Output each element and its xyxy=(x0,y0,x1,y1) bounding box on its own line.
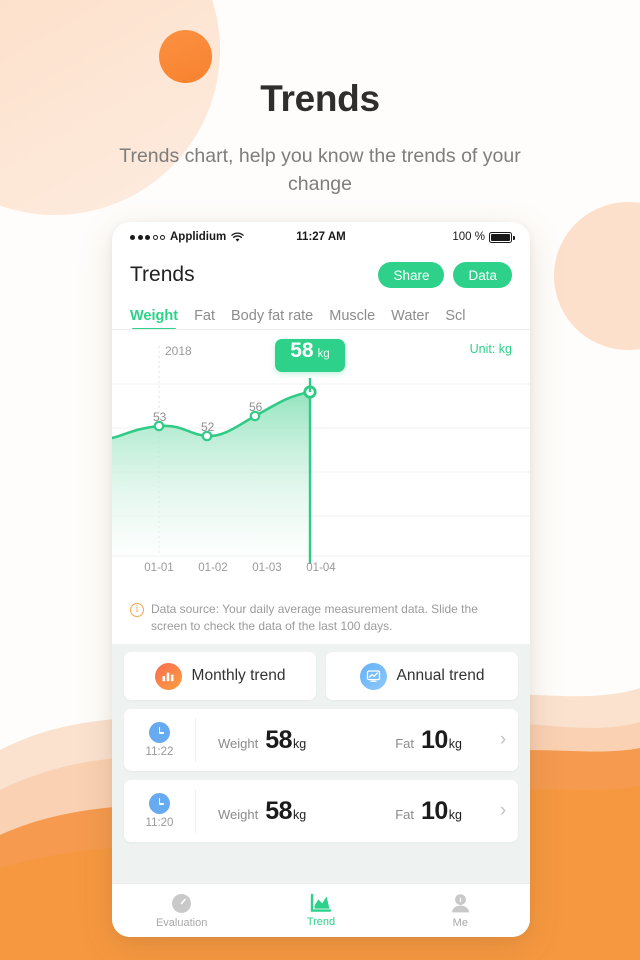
screenshot-root: Trends Trends chart, help you know the t… xyxy=(0,0,640,960)
tab-fat[interactable]: Fat xyxy=(194,308,215,329)
record-time-1: 11:22 xyxy=(145,746,174,758)
orange-dot-decoration xyxy=(159,30,212,83)
record-metrics-2: Weight 58 kg Fat 10 kg xyxy=(196,797,488,826)
x-tick-0: 01-01 xyxy=(144,562,174,574)
fat-unit-1: kg xyxy=(448,736,462,751)
fat-value-1: 10 xyxy=(420,725,448,754)
fat-unit-2: kg xyxy=(448,807,462,822)
weight-value-2: 58 xyxy=(265,796,293,825)
status-bar: Applidium 11:27 AM 100 % xyxy=(112,222,530,252)
chart-point-label-0: 53 xyxy=(153,410,167,424)
page-title: Trends xyxy=(260,78,380,119)
page-header: Trends Trends chart, help you know the t… xyxy=(0,78,640,198)
status-bar-left: Applidium xyxy=(130,231,296,243)
record-fat-2: Fat 10 kg xyxy=(395,797,462,826)
weight-unit-2: kg xyxy=(293,807,307,822)
tab-weight[interactable]: Weight xyxy=(130,308,178,329)
chart-point-label-1: 52 xyxy=(201,420,215,434)
info-circle-icon: i xyxy=(130,603,144,617)
tab-muscle[interactable]: Muscle xyxy=(329,308,375,329)
status-bar-time: 11:27 AM xyxy=(296,231,346,243)
chart-point-label-2: 56 xyxy=(249,400,263,414)
peach-circle-right xyxy=(554,202,640,350)
tabbar-label-evaluation: Evaluation xyxy=(155,916,208,929)
battery-icon xyxy=(489,231,515,243)
data-button[interactable]: Data xyxy=(453,262,512,288)
app-title: Trends xyxy=(130,263,195,286)
bar-chart-icon xyxy=(154,662,182,690)
page-subtitle: Trends chart, help you know the trends o… xyxy=(119,145,521,195)
weight-value-1: 58 xyxy=(265,725,293,754)
app-navbar: Trends Share Data xyxy=(112,252,530,298)
metric-tab-bar[interactable]: Weight Fat Body fat rate Muscle Water Sc… xyxy=(112,298,530,330)
bottom-tab-bar: Evaluation Trend Me xyxy=(112,883,530,937)
record-weight-2: Weight 58 kg xyxy=(218,797,306,826)
tabbar-item-me[interactable]: Me xyxy=(391,893,530,929)
data-source-note-text: Data source: Your daily average measurem… xyxy=(151,602,478,633)
tooltip-value: 58 xyxy=(290,339,314,362)
gauge-icon xyxy=(172,893,192,913)
signal-dots-icon xyxy=(130,234,165,240)
trend-button-row: Monthly trend Annual trend xyxy=(124,652,518,700)
battery-percent-label: 100 % xyxy=(452,231,485,243)
record-row-2[interactable]: 11:20 Weight 58 kg Fat 10 kg › xyxy=(124,780,518,842)
share-button[interactable]: Share xyxy=(378,262,445,288)
annual-trend-label: Annual trend xyxy=(396,667,485,684)
clock-icon xyxy=(149,793,170,814)
tabbar-label-trend: Trend xyxy=(306,916,336,928)
wifi-icon xyxy=(231,232,244,242)
fat-name-2: Fat xyxy=(395,806,414,822)
status-bar-right: 100 % xyxy=(346,231,515,243)
tabbar-item-trend[interactable]: Trend xyxy=(251,893,390,928)
record-metrics-1: Weight 58 kg Fat 10 kg xyxy=(196,726,488,755)
chart-tooltip: 58 kg xyxy=(275,339,345,372)
carrier-label: Applidium xyxy=(170,231,227,243)
line-chart-icon xyxy=(359,662,387,690)
fat-name-1: Fat xyxy=(395,735,414,751)
weight-unit-1: kg xyxy=(293,736,307,751)
chart-unit-label: Unit: kg xyxy=(469,342,512,356)
tabbar-label-me: Me xyxy=(452,916,468,929)
data-source-note: i Data source: Your daily average measur… xyxy=(112,595,530,644)
person-icon xyxy=(451,893,470,912)
chevron-right-icon[interactable]: › xyxy=(488,729,518,751)
weight-name-1: Weight xyxy=(218,735,259,751)
record-row-1[interactable]: 11:22 Weight 58 kg Fat 10 kg › xyxy=(124,709,518,771)
monthly-trend-button[interactable]: Monthly trend xyxy=(124,652,316,700)
record-weight-1: Weight 58 kg xyxy=(218,726,306,755)
x-tick-3: 01-04 xyxy=(306,562,336,574)
tab-water[interactable]: Water xyxy=(391,308,429,329)
chart-area-fill xyxy=(112,392,310,556)
record-time-cell: 11:22 xyxy=(124,718,196,762)
tabbar-item-evaluation[interactable]: Evaluation xyxy=(112,893,251,929)
annual-trend-button[interactable]: Annual trend xyxy=(326,652,518,700)
fat-value-2: 10 xyxy=(420,796,448,825)
x-tick-2: 01-03 xyxy=(252,562,282,574)
record-time-2: 11:20 xyxy=(145,817,174,829)
trend-chart[interactable]: Unit: kg 2018 53 52 56 58 kg 01-01 01-02… xyxy=(112,330,530,595)
chart-x-axis: 01-01 01-02 01-03 01-04 xyxy=(112,562,530,574)
trend-chart-icon xyxy=(310,893,332,912)
monthly-trend-label: Monthly trend xyxy=(191,667,286,684)
chevron-right-icon[interactable]: › xyxy=(488,800,518,822)
chart-canvas xyxy=(112,346,530,564)
x-tick-1: 01-02 xyxy=(198,562,228,574)
record-time-cell: 11:20 xyxy=(124,789,196,833)
records-panel: Monthly trend Annual trend 11:22 Weight … xyxy=(112,644,530,883)
weight-name-2: Weight xyxy=(218,806,259,822)
phone-mockup: Applidium 11:27 AM 100 % Trends Share Da… xyxy=(112,222,530,937)
chart-year-label: 2018 xyxy=(165,344,192,358)
tooltip-unit: kg xyxy=(317,348,330,360)
tab-body-fat-rate[interactable]: Body fat rate xyxy=(231,308,313,329)
tab-scl[interactable]: Scl xyxy=(445,308,465,329)
clock-icon xyxy=(149,722,170,743)
record-fat-1: Fat 10 kg xyxy=(395,726,462,755)
